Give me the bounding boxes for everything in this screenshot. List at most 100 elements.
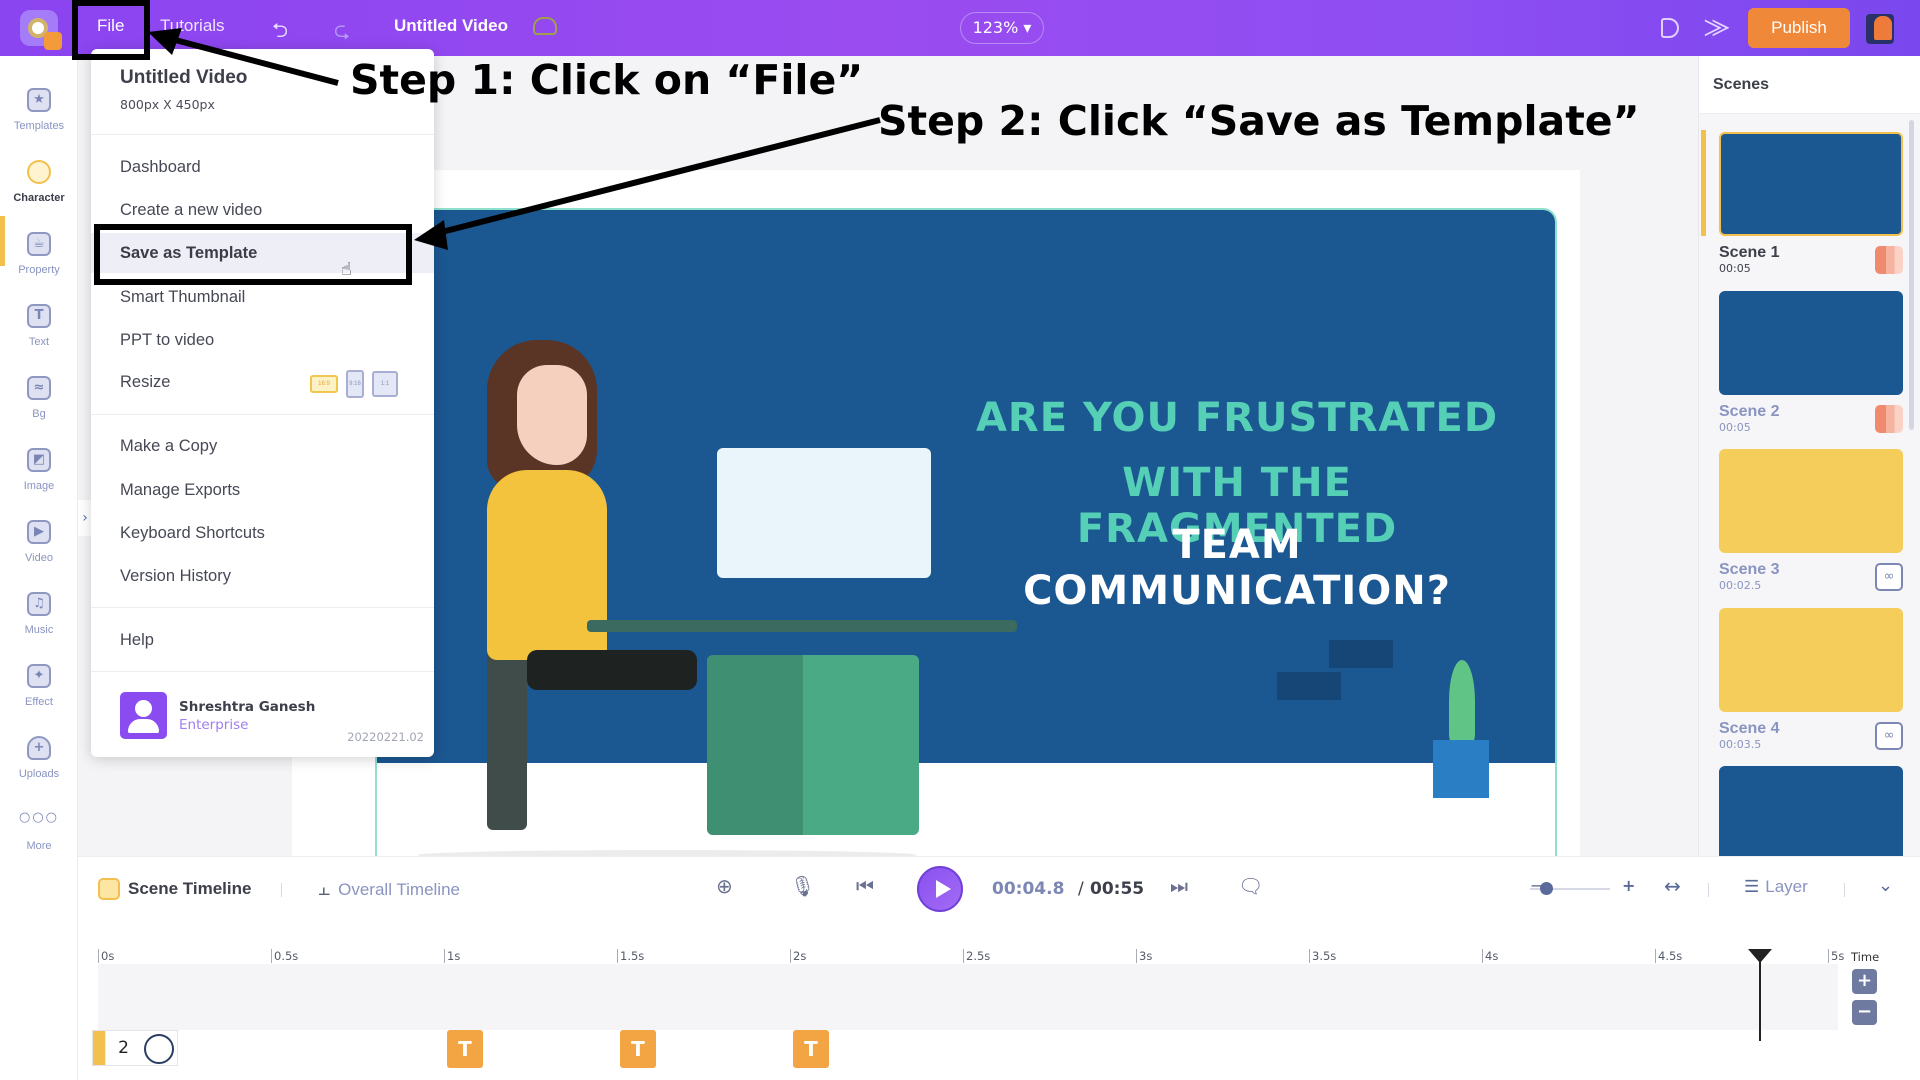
tab-scene-timeline[interactable]: Scene Timeline (98, 878, 251, 900)
sidebar-item-character[interactable]: Character (0, 160, 78, 204)
effect-icon: ✦ (27, 664, 51, 688)
chevron-down-icon[interactable]: ⌄ (1878, 875, 1893, 896)
preview-icon[interactable] (1661, 18, 1679, 38)
text-element-marker[interactable]: T (793, 1030, 829, 1068)
ruler-tick: 5s (1828, 949, 1844, 963)
transition-effect-icon[interactable] (1875, 405, 1903, 433)
sidebar-label: Text (28, 336, 50, 348)
menu-item-manage-exports[interactable]: Manage Exports (91, 470, 434, 510)
menu-item-keyboard-shortcuts[interactable]: Keyboard Shortcuts (91, 513, 434, 553)
menu-item-resize[interactable]: Resize 16:9 9:16 1:1 (91, 362, 434, 402)
share-icon[interactable]: ⨠ (1704, 15, 1730, 40)
voiceover-mic-icon[interactable]: 🎙 (790, 874, 815, 898)
play-button[interactable] (917, 866, 963, 912)
zoom-in-icon[interactable]: + (1622, 876, 1635, 895)
sidebar-item-property[interactable]: ☕ Property (0, 232, 78, 276)
time-label: Time (1851, 950, 1880, 964)
skip-back-icon[interactable]: ⏮ (856, 874, 874, 898)
sidebar-label: Templates (13, 120, 65, 132)
ruler-tick: 3s (1136, 949, 1152, 963)
sidebar-item-image[interactable]: ◩ Image (0, 448, 78, 492)
playhead[interactable] (1747, 949, 1772, 1041)
scene-thumbnail (1719, 291, 1903, 395)
ruler-tick: 0.5s (271, 949, 298, 963)
sidebar-item-bg[interactable]: ≈ Bg (0, 376, 78, 420)
sidebar-item-more[interactable]: ○○○ More (0, 808, 78, 852)
plant-pot (1433, 740, 1489, 798)
step2-highlight-box (94, 224, 412, 285)
zoom-level-dropdown[interactable]: 123% ▾ (960, 12, 1044, 44)
link-transition-icon[interactable]: ∞ (1875, 722, 1903, 750)
slide-headline-line-1[interactable]: ARE YOU FRUSTRATED (957, 395, 1517, 441)
desk-illustration (587, 620, 1017, 632)
character-face (517, 365, 587, 465)
menu-item-ppt-to-video[interactable]: PPT to video (91, 320, 434, 360)
scene-thumbnail (1719, 132, 1903, 236)
video-title[interactable]: Untitled Video (394, 16, 508, 36)
sidebar-item-music[interactable]: ♫ Music (0, 592, 78, 636)
file-menu-dropdown: Untitled Video 800px X 450px Dashboard C… (91, 49, 434, 757)
menu-item-dashboard[interactable]: Dashboard (91, 147, 434, 187)
current-time: 00:04.8 (992, 879, 1065, 899)
scene-card[interactable]: Scene 4 00:03.5 ∞ (1719, 608, 1903, 751)
timeline-panel: Scene Timeline ⫠ Overall Timeline ⊕ 🎙 ⏮ 0… (78, 856, 1920, 1080)
redo-icon[interactable]: ⮎ (334, 16, 350, 50)
step1-annotation: Step 1: Click on “File” (350, 56, 864, 104)
scene-card[interactable]: Scene 2 00:05 (1719, 291, 1903, 434)
scene-preview[interactable]: ARE YOU FRUSTRATED WITH THE FRAGMENTED T… (375, 208, 1557, 873)
divider (1708, 883, 1709, 897)
timeline-track[interactable] (98, 964, 1838, 1030)
menu-item-help[interactable]: Help (91, 620, 434, 660)
zoom-level-value: 123% (972, 18, 1019, 37)
decrease-time-button[interactable]: − (1852, 1000, 1877, 1025)
resize-label: Resize (120, 373, 171, 391)
publish-button[interactable]: Publish (1748, 8, 1850, 48)
top-bar: File Tutorials ⮌ ⮎ Untitled Video 123% ▾… (0, 0, 1920, 56)
resize-1-1-button[interactable]: 1:1 (372, 371, 398, 397)
undo-icon[interactable]: ⮌ (272, 16, 288, 50)
left-sidebar: ★ Templates Character ☕ Property T Text ≈ Bg… (0, 56, 78, 1080)
increase-time-button[interactable]: + (1852, 969, 1877, 994)
scene-card[interactable] (1719, 766, 1903, 856)
menu-item-version-history[interactable]: Version History (91, 556, 434, 596)
scene-timeline-icon (98, 878, 120, 900)
menu-divider (91, 671, 434, 672)
text-element-marker[interactable]: T (620, 1030, 656, 1068)
app-logo[interactable] (20, 10, 62, 50)
sidebar-item-uploads[interactable]: + Uploads (0, 736, 78, 780)
link-transition-icon[interactable]: ∞ (1875, 563, 1903, 591)
menu-item-make-a-copy[interactable]: Make a Copy (91, 426, 434, 466)
logo-play-icon (44, 32, 62, 50)
camera-focus-icon[interactable]: ⊕ (716, 874, 733, 898)
scene-card[interactable]: Scene 3 00:02.5 ∞ (1719, 449, 1903, 592)
sidebar-item-effect[interactable]: ✦ Effect (0, 664, 78, 708)
sidebar-item-video[interactable]: ▶ Video (0, 520, 78, 564)
divider (1844, 883, 1845, 897)
scenes-scrollbar[interactable] (1909, 120, 1914, 430)
more-icon: ○○○ (19, 810, 60, 825)
user-avatar[interactable] (1866, 14, 1894, 44)
transition-effect-icon[interactable] (1875, 246, 1903, 274)
layer-button[interactable]: ☰ Layer (1744, 877, 1808, 897)
sidebar-label: Property (18, 264, 60, 276)
ruler-tick: 2s (790, 949, 806, 963)
sidebar-label: More (26, 840, 52, 852)
sidebar-item-text[interactable]: T Text (0, 304, 78, 348)
slide-headline-line-3[interactable]: TEAM COMMUNICATION? (957, 522, 1517, 614)
timeline-zoom-knob[interactable] (1540, 882, 1553, 895)
sidebar-item-templates[interactable]: ★ Templates (0, 88, 78, 132)
resize-options: 16:9 9:16 1:1 (310, 370, 398, 398)
subtitle-icon[interactable]: 🗨 (1238, 874, 1263, 898)
tab-overall-timeline[interactable]: ⫠ Overall Timeline (318, 878, 460, 901)
resize-16-9-button[interactable]: 16:9 (310, 375, 338, 393)
resize-9-16-button[interactable]: 9:16 (346, 370, 364, 398)
scene-thumbnail (1719, 608, 1903, 712)
scene-card[interactable]: Scene 1 00:05 (1719, 132, 1903, 275)
scene-start-block[interactable]: 2 (92, 1030, 178, 1066)
skip-forward-icon[interactable]: ⏭ (1170, 874, 1188, 898)
menu-video-title: Untitled Video (120, 67, 248, 88)
fit-width-icon[interactable]: ↔ (1664, 874, 1681, 898)
text-element-marker[interactable]: T (447, 1030, 483, 1068)
sidebar-collapse-toggle[interactable]: › (78, 500, 92, 536)
tutorials-button[interactable]: Tutorials (160, 16, 225, 36)
